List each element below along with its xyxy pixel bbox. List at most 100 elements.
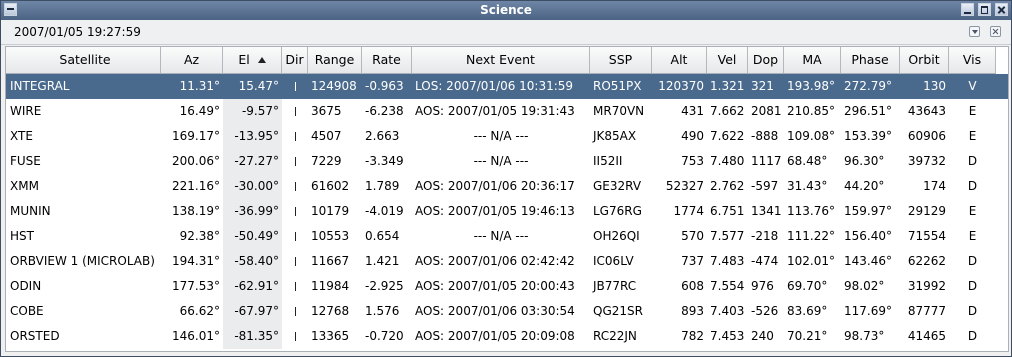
cell-orbit: 31992 — [907, 279, 946, 293]
table-body: INTEGRAL 11.31° 15.47° 124908 -0.963 LOS: 200… — [6, 74, 1008, 349]
table-row[interactable]: ORSTED 146.01° -81.35° 13365 -0.720 AOS: 2007… — [6, 324, 1008, 349]
cell-el: -62.91° — [223, 274, 282, 299]
direction-icon — [294, 182, 296, 191]
col-header-az[interactable]: Az — [161, 47, 223, 73]
cell-range: 10179 — [311, 204, 350, 218]
cell-alt: 608 — [681, 279, 704, 293]
table-row[interactable]: XMM 221.16° -30.00° 61602 1.789 AOS: 2007/01/… — [6, 174, 1008, 199]
col-header-el[interactable]: El — [223, 47, 282, 73]
cell-ma: 210.85° — [787, 104, 835, 118]
col-header-rate[interactable]: Rate — [362, 47, 412, 73]
cell-vel: 7.577 — [710, 229, 745, 243]
cell-alt: 570 — [681, 229, 704, 243]
cell-az: 92.38° — [179, 229, 220, 243]
table-row[interactable]: COBE 66.62° -67.97° 12768 1.576 AOS: 2007/01/… — [6, 299, 1008, 324]
cell-ssp: II52II — [593, 154, 623, 168]
direction-icon — [294, 332, 296, 341]
col-header-range[interactable]: Range — [308, 47, 362, 73]
cell-next: AOS: 2007/01/06 02:42:42 — [415, 254, 575, 268]
cell-ssp: JK85AX — [593, 129, 637, 143]
cell-el: -81.35° — [223, 324, 282, 349]
cell-next: --- N/A --- — [473, 154, 529, 168]
table-row[interactable]: FUSE 200.06° -27.27° 7229 -3.349 --- N/A --- I… — [6, 149, 1008, 174]
table-row[interactable]: XTE 169.17° -13.95° 4507 2.663 --- N/A --- JK8… — [6, 124, 1008, 149]
cell-ssp: MR70VN — [593, 104, 645, 118]
col-header-orbit[interactable]: Orbit — [900, 47, 949, 73]
cell-alt: 753 — [681, 154, 704, 168]
table-row[interactable]: MUNIN 138.19° -36.99° 10179 -4.019 AOS: 2007/… — [6, 199, 1008, 224]
cell-dop: -474 — [751, 254, 779, 268]
cell-rate: 1.789 — [365, 179, 400, 193]
cell-dop: 2081 — [751, 104, 782, 118]
cell-ssp: LG76RG — [593, 204, 642, 218]
cell-alt: 490 — [681, 129, 704, 143]
cell-dir — [282, 224, 308, 249]
cell-alt: 1774 — [673, 204, 704, 218]
cell-range: 7229 — [311, 154, 342, 168]
cell-range: 61602 — [311, 179, 350, 193]
cell-next: --- N/A --- — [473, 129, 529, 143]
cell-vis: D — [967, 154, 978, 168]
direction-icon — [294, 257, 296, 266]
cell-ma: 111.22° — [787, 229, 835, 243]
maximize-icon[interactable] — [978, 3, 991, 16]
cell-ssp: QG21SR — [593, 304, 643, 318]
col-header-next-event[interactable]: Next Event — [412, 47, 590, 73]
cell-range: 10553 — [311, 229, 350, 243]
cell-next: AOS: 2007/01/06 03:30:54 — [415, 304, 575, 318]
col-header-ma[interactable]: MA — [784, 47, 841, 73]
cell-orbit: 130 — [923, 79, 946, 93]
cell-ssp: OH26QI — [593, 229, 640, 243]
cell-vis: D — [967, 304, 978, 318]
satellite-table: Satellite Az El Dir Range Rate Next Even… — [5, 46, 1009, 352]
table-row[interactable]: ORBVIEW 1 (MICROLAB) 194.31° -58.40° 11667 1… — [6, 249, 1008, 274]
cell-dop: 1341 — [751, 204, 782, 218]
cell-vis: D — [967, 279, 978, 293]
cell-ma: 193.98° — [787, 79, 835, 93]
cell-dir — [282, 324, 308, 349]
cell-vis: E — [968, 204, 977, 218]
close-module-icon[interactable] — [990, 26, 1001, 37]
cell-next: LOS: 2007/01/06 10:31:59 — [415, 79, 574, 93]
minimize-icon[interactable] — [961, 3, 974, 16]
table-row[interactable]: ODIN 177.53° -62.91° 11984 -2.925 AOS: 2007/0… — [6, 274, 1008, 299]
cell-orbit: 29129 — [907, 204, 946, 218]
col-header-phase[interactable]: Phase — [841, 47, 900, 73]
cell-rate: -3.349 — [365, 154, 404, 168]
direction-icon — [294, 107, 296, 116]
cell-next: AOS: 2007/01/05 19:31:43 — [415, 104, 575, 118]
table-row[interactable]: INTEGRAL 11.31° 15.47° 124908 -0.963 LOS: 200… — [6, 74, 1008, 99]
cell-ssp: GE32RV — [593, 179, 642, 193]
table-row[interactable]: HST 92.38° -50.49° 10553 0.654 --- N/A --- OH2… — [6, 224, 1008, 249]
cell-ma: 83.69° — [787, 304, 828, 318]
col-header-satellite[interactable]: Satellite — [6, 47, 161, 73]
table-row[interactable]: WIRE 16.49° -9.57° 3675 -6.238 AOS: 2007/01/0… — [6, 99, 1008, 124]
col-header-alt[interactable]: Alt — [652, 47, 707, 73]
cell-vel: 6.751 — [710, 204, 745, 218]
cell-dop: -526 — [751, 304, 779, 318]
cell-el: 15.47° — [223, 74, 282, 99]
cell-ssp: RC22JN — [593, 329, 637, 343]
cell-vel: 7.554 — [710, 279, 745, 293]
cell-next: AOS: 2007/01/05 20:00:43 — [415, 279, 575, 293]
cell-phase: 117.69° — [844, 304, 892, 318]
module-options-icon[interactable] — [969, 26, 980, 37]
cell-vel: 7.453 — [710, 329, 745, 343]
cell-ssp: IC06LV — [593, 254, 634, 268]
cell-dop: 240 — [751, 329, 774, 343]
cell-az: 138.19° — [172, 204, 220, 218]
cell-rate: -4.019 — [365, 204, 404, 218]
cell-phase: 143.46° — [844, 254, 892, 268]
col-header-vis[interactable]: Vis — [949, 47, 996, 73]
cell-rate: -2.925 — [365, 279, 404, 293]
col-header-dir[interactable]: Dir — [282, 47, 308, 73]
direction-icon — [294, 232, 296, 241]
col-header-ssp[interactable]: SSP — [590, 47, 652, 73]
cell-range: 13365 — [311, 329, 350, 343]
cell-phase: 98.73° — [844, 329, 885, 343]
col-header-vel[interactable]: Vel — [707, 47, 748, 73]
title-bar[interactable]: Science — [1, 1, 1011, 20]
cell-orbit: 71554 — [907, 229, 946, 243]
col-header-dop[interactable]: Dop — [748, 47, 784, 73]
close-icon[interactable] — [995, 3, 1008, 16]
